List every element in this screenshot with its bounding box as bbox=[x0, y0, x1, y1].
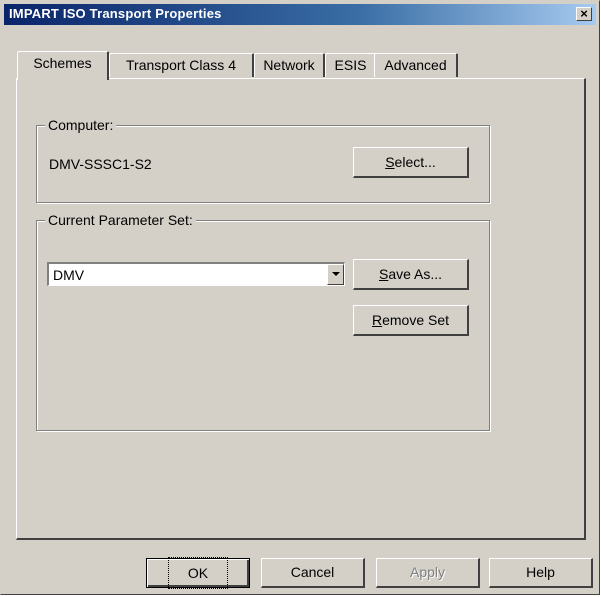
help-button[interactable]: Help bbox=[489, 558, 593, 588]
tab-esis[interactable]: ESIS bbox=[325, 53, 377, 77]
select-button[interactable]: Select... bbox=[353, 147, 469, 178]
cancel-button[interactable]: Cancel bbox=[261, 558, 365, 588]
tab-advanced[interactable]: Advanced bbox=[374, 53, 458, 77]
parameter-set-label: Current Parameter Set: bbox=[45, 212, 196, 228]
parameter-set-value: DMV bbox=[53, 267, 85, 283]
parameter-set-combo[interactable]: DMV bbox=[47, 262, 345, 286]
close-button[interactable]: × bbox=[576, 7, 592, 21]
tab-transport-class-4[interactable]: Transport Class 4 bbox=[109, 53, 254, 77]
window-title: IMPART ISO Transport Properties bbox=[9, 6, 222, 21]
computer-name: DMV-SSSC1-S2 bbox=[49, 156, 152, 172]
tab-network[interactable]: Network bbox=[254, 53, 325, 77]
tab-strip: Schemes Transport Class 4 Network ESIS A… bbox=[17, 51, 557, 80]
chevron-down-icon[interactable] bbox=[327, 264, 344, 285]
save-as-button[interactable]: Save As... bbox=[353, 259, 469, 290]
properties-dialog: IMPART ISO Transport Properties × Scheme… bbox=[0, 0, 600, 595]
tab-schemes[interactable]: Schemes bbox=[17, 51, 109, 80]
close-icon: × bbox=[580, 6, 588, 21]
title-bar[interactable]: IMPART ISO Transport Properties × bbox=[4, 4, 596, 25]
ok-button[interactable]: OK bbox=[146, 557, 250, 589]
apply-button[interactable]: Apply bbox=[376, 558, 480, 588]
remove-set-button[interactable]: Remove Set bbox=[353, 305, 469, 336]
parameter-set-group: Current Parameter Set: DMV Save As... Re… bbox=[36, 212, 490, 431]
computer-group: Computer: DMV-SSSC1-S2 Select... bbox=[36, 117, 490, 203]
schemes-panel: Computer: DMV-SSSC1-S2 Select... Current… bbox=[16, 78, 586, 540]
computer-group-label: Computer: bbox=[45, 117, 117, 133]
